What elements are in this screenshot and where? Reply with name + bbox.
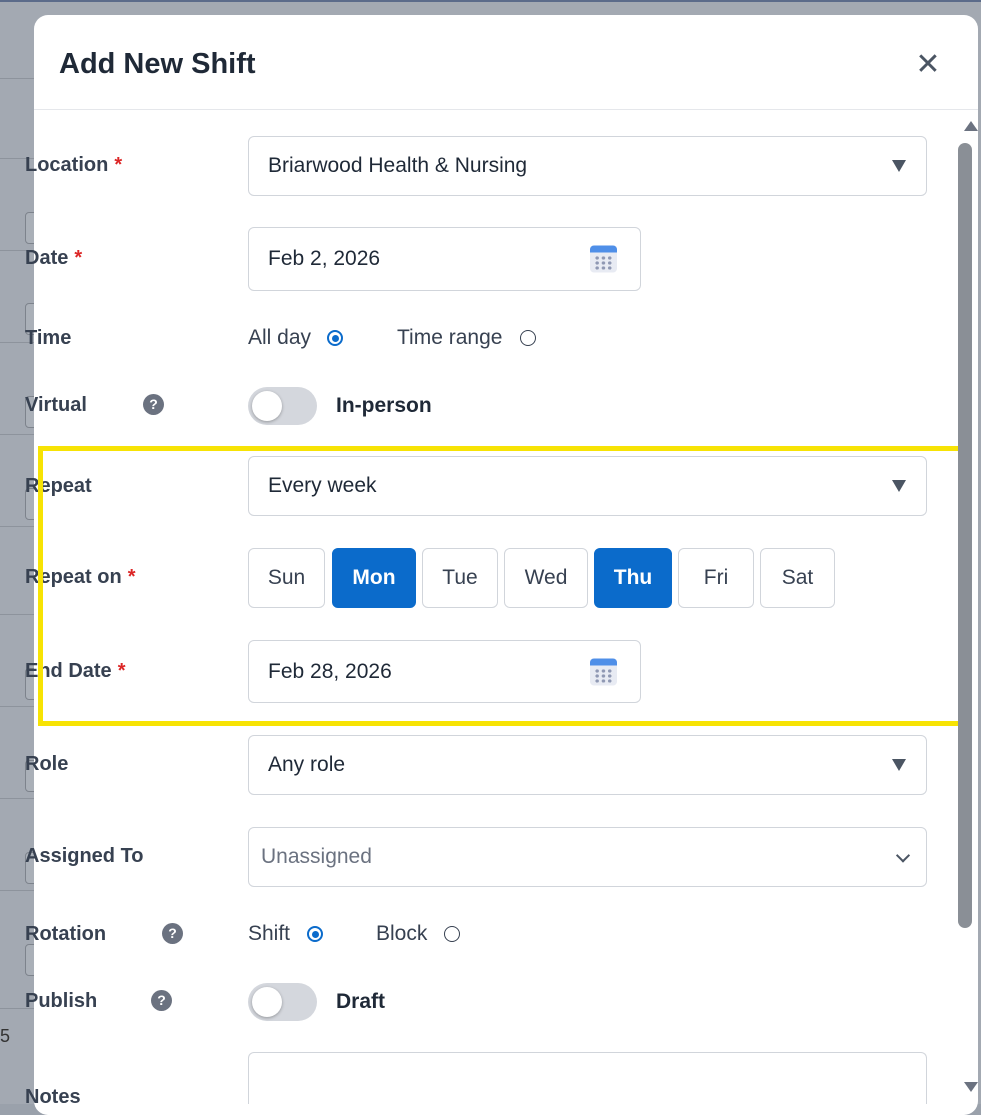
scroll-up-arrow-icon[interactable]: [964, 121, 978, 131]
radio-selected-icon[interactable]: [327, 330, 343, 346]
toggle-knob: [252, 391, 282, 421]
close-icon[interactable]: ✕: [914, 49, 942, 81]
caret-down-icon: [892, 160, 906, 172]
date-label: Date *: [25, 247, 83, 269]
end-date-value: Feb 28, 2026: [268, 659, 392, 683]
publish-toggle[interactable]: [248, 983, 317, 1021]
modal-header: Add New Shift ✕: [34, 15, 978, 110]
day-button-sun[interactable]: Sun: [248, 548, 325, 608]
help-icon[interactable]: ?: [143, 394, 164, 415]
toggle-knob: [252, 987, 282, 1017]
notes-textarea[interactable]: [248, 1052, 927, 1104]
day-button-wed[interactable]: Wed: [504, 548, 588, 608]
repeat-label: Repeat: [25, 475, 92, 497]
help-icon[interactable]: ?: [151, 990, 172, 1011]
background-top-border: [0, 0, 981, 2]
rotation-option-block[interactable]: Block: [376, 922, 460, 946]
assigned-to-label: Assigned To: [25, 845, 144, 867]
role-label: Role: [25, 753, 69, 775]
publish-label: Publish: [25, 990, 98, 1012]
radio-unselected-icon[interactable]: [444, 926, 460, 942]
time-option-time-range[interactable]: Time range: [397, 326, 536, 350]
assigned-to-select[interactable]: Unassigned: [248, 827, 927, 887]
repeat-select[interactable]: Every week: [248, 456, 927, 516]
rotation-label: Rotation: [25, 923, 107, 945]
caret-down-icon: [892, 759, 906, 771]
scroll-down-arrow-icon[interactable]: [964, 1082, 978, 1092]
location-label: Location *: [25, 154, 123, 176]
radio-unselected-icon[interactable]: [520, 330, 536, 346]
day-button-tue[interactable]: Tue: [422, 548, 498, 608]
day-button-mon[interactable]: Mon: [332, 548, 416, 608]
location-select[interactable]: Briarwood Health & Nursing: [248, 136, 927, 196]
repeat-value: Every week: [268, 474, 377, 497]
rotation-option-shift[interactable]: Shift: [248, 922, 323, 946]
end-date-label: End Date *: [25, 660, 126, 682]
scrollbar-thumb[interactable]: [958, 143, 972, 928]
date-value: Feb 2, 2026: [268, 247, 381, 270]
day-button-fri[interactable]: Fri: [678, 548, 754, 608]
calendar-icon[interactable]: [590, 658, 617, 685]
repeat-on-label: Repeat on *: [25, 566, 136, 588]
role-value: Any role: [268, 753, 346, 776]
calendar-icon[interactable]: [590, 245, 617, 273]
chevron-down-icon: [895, 848, 911, 863]
help-icon[interactable]: ?: [162, 923, 183, 944]
time-option-all-day[interactable]: All day: [248, 326, 343, 350]
scrollbar[interactable]: [957, 115, 981, 1104]
time-label: Time: [25, 327, 72, 349]
role-select[interactable]: Any role: [248, 735, 927, 795]
virtual-label: Virtual: [25, 394, 87, 416]
modal-title: Add New Shift: [59, 48, 256, 80]
assigned-to-placeholder: Unassigned: [261, 845, 372, 868]
virtual-toggle[interactable]: [248, 387, 317, 425]
publish-state-label: Draft: [336, 990, 386, 1013]
day-button-sat[interactable]: Sat: [760, 548, 835, 608]
background-page-number: 5: [0, 1026, 11, 1046]
day-button-thu[interactable]: Thu: [594, 548, 672, 608]
date-field[interactable]: Feb 2, 2026: [248, 227, 641, 291]
radio-selected-icon[interactable]: [307, 926, 323, 942]
virtual-state-label: In-person: [336, 394, 432, 417]
notes-label: Notes: [25, 1086, 81, 1108]
end-date-field[interactable]: Feb 28, 2026: [248, 640, 641, 703]
caret-down-icon: [892, 480, 906, 492]
location-value: Briarwood Health & Nursing: [268, 154, 528, 177]
